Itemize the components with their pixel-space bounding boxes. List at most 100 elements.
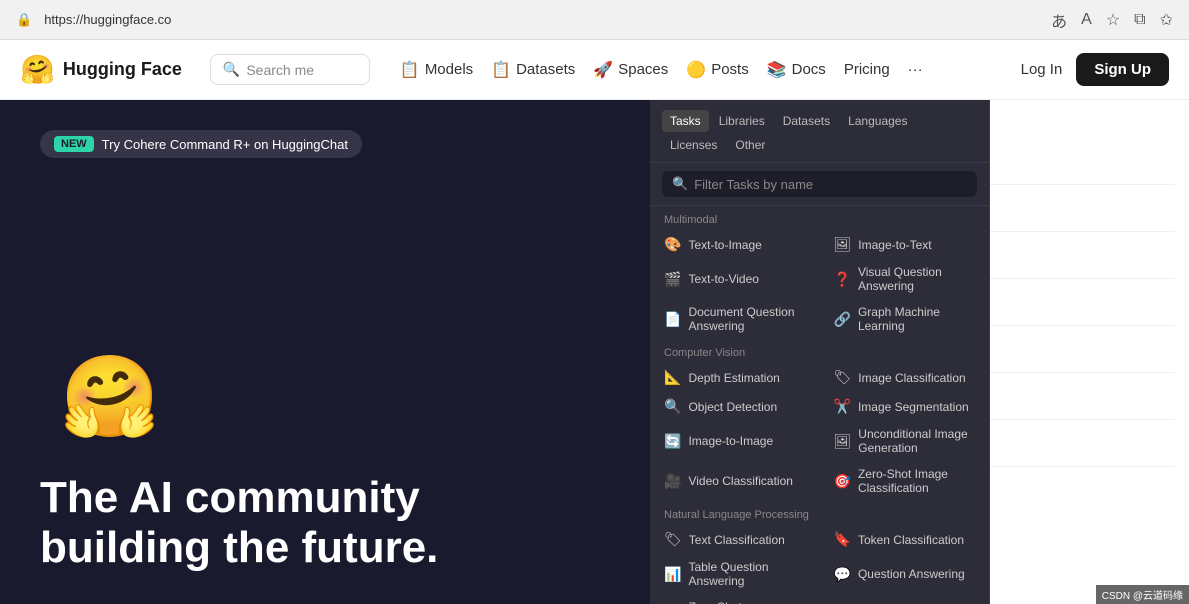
task-zero-shot-classification[interactable]: 🎯 Zero-Shot Classification [650,594,820,604]
image-to-text-icon: 🖼 [834,236,852,253]
nav-models[interactable]: 📋 Models [400,60,473,80]
task-label: Video Classification [688,474,793,488]
models-icon: 📋 [400,60,420,80]
spaces-icon: 🚀 [593,60,613,80]
section-cv-label: Computer Vision [650,339,989,363]
browser-action-icons: あ A ☆ ⧉ ✩ [1051,8,1173,32]
nav-pricing[interactable]: Pricing [844,61,890,78]
posts-icon: 🟡 [686,60,706,80]
multimodal-tasks: 🎨 Text-to-Image 🖼 Image-to-Text 🎬 Text-t… [650,230,989,339]
task-label: Graph Machine Learning [858,305,975,333]
more-icon: ··· [908,61,923,78]
task-text-classification[interactable]: 🏷 Text Classification [650,525,820,554]
task-translation[interactable]: 🌐 Translation [820,594,990,604]
nav-more[interactable]: ··· [908,61,923,78]
tab-tasks[interactable]: Tasks [662,110,709,132]
img-to-img-icon: 🔄 [664,433,681,450]
task-image-segmentation[interactable]: ✂️ Image Segmentation [820,392,990,421]
spaces-label: Spaces [618,61,668,78]
task-label: Depth Estimation [688,371,779,385]
docs-icon: 📚 [767,60,787,80]
translate-icon[interactable]: あ [1051,8,1067,32]
tab-languages[interactable]: Languages [840,110,915,132]
search-icon: 🔍 [223,61,240,78]
task-label: Token Classification [858,533,964,547]
task-search-input[interactable]: 🔍 Filter Tasks by name [662,171,977,197]
logo-emoji: 🤗 [20,53,55,86]
filter-tabs: Tasks Libraries Datasets Languages Licen… [650,100,989,163]
search-icon: 🔍 [672,176,688,192]
task-label: Text Classification [689,533,785,547]
nav-right: Log In Sign Up [1021,53,1169,86]
task-label: Text-to-Image [688,238,761,252]
tab-datasets[interactable]: Datasets [775,110,838,132]
visual-qa-icon: ❓ [834,271,851,288]
tab-libraries[interactable]: Libraries [711,110,773,132]
favorites-icon[interactable]: ✩ [1160,10,1173,30]
nav-datasets[interactable]: 📋 Datasets [491,60,575,80]
hero-line1: The AI community [40,473,420,522]
task-label: Object Detection [688,400,777,414]
task-table-qa[interactable]: 📊 Table Question Answering [650,554,820,594]
task-label: Image Segmentation [858,400,969,414]
datasets-icon: 📋 [491,60,511,80]
text-class-icon: 🏷 [664,531,682,548]
task-text-to-video[interactable]: 🎬 Text-to-Video [650,259,820,299]
cv-tasks: 📐 Depth Estimation 🏷 Image Classificatio… [650,363,989,501]
nav-links: 📋 Models 📋 Datasets 🚀 Spaces 🟡 Posts 📚 D… [400,60,923,80]
img-seg-icon: ✂️ [834,398,851,415]
logo[interactable]: 🤗 Hugging Face [20,53,182,86]
task-token-classification[interactable]: 🔖 Token Classification [820,525,990,554]
nav-docs[interactable]: 📚 Docs [767,60,826,80]
task-video-classification[interactable]: 🎥 Video Classification [650,461,820,501]
login-button[interactable]: Log In [1021,61,1063,78]
task-image-to-text[interactable]: 🖼 Image-to-Text [820,230,990,259]
tab-licenses[interactable]: Licenses [662,134,725,156]
task-label: Question Answering [858,567,965,581]
task-label: Zero-Shot Image Classification [858,467,975,495]
lock-icon: 🔒 [16,12,32,28]
zero-shot-img-icon: 🎯 [834,473,851,490]
badge-text: Try Cohere Command R+ on HuggingChat [102,137,348,152]
task-zero-shot-image[interactable]: 🎯 Zero-Shot Image Classification [820,461,990,501]
bookmark-icon[interactable]: ☆ [1106,10,1120,30]
browser-url: https://huggingface.co [44,12,1039,27]
nav-spaces[interactable]: 🚀 Spaces [593,60,668,80]
posts-label: Posts [711,61,749,78]
nav-posts[interactable]: 🟡 Posts [686,60,748,80]
tab-icon[interactable]: ⧉ [1134,11,1145,29]
signup-button[interactable]: Sign Up [1076,53,1169,86]
task-document-qa[interactable]: 📄 Document Question Answering [650,299,820,339]
datasets-label: Datasets [516,61,575,78]
task-graph-ml[interactable]: 🔗 Graph Machine Learning [820,299,990,339]
task-visual-qa[interactable]: ❓ Visual Question Answering [820,259,990,299]
qa-icon: 💬 [834,566,851,583]
hero-headline: The AI community building the future. [40,473,610,574]
uncond-gen-icon: 🖼 [834,433,852,450]
task-image-classification[interactable]: 🏷 Image Classification [820,363,990,392]
hero-section: NEW Try Cohere Command R+ on HuggingChat… [0,100,650,604]
task-object-detection[interactable]: 🔍 Object Detection [650,392,820,421]
pricing-label: Pricing [844,61,890,78]
task-question-answering[interactable]: 💬 Question Answering [820,554,990,594]
watermark: CSDN @云道码缘 [1096,585,1189,604]
task-depth-estimation[interactable]: 📐 Depth Estimation [650,363,820,392]
reader-icon[interactable]: A [1081,11,1092,29]
section-nlp-label: Natural Language Processing [650,501,989,525]
table-qa-icon: 📊 [664,566,681,583]
task-label: Image-to-Image [688,434,773,448]
task-text-to-image[interactable]: 🎨 Text-to-Image [650,230,820,259]
token-class-icon: 🔖 [834,531,851,548]
task-unconditional-image-gen[interactable]: 🖼 Unconditional Image Generation [820,421,990,461]
graph-ml-icon: 🔗 [834,311,851,328]
models-label: Models [425,61,473,78]
tab-other[interactable]: Other [727,134,773,156]
task-image-to-image[interactable]: 🔄 Image-to-Image [650,421,820,461]
task-label: Image-to-Text [858,238,931,252]
tasks-dropdown: Tasks Libraries Datasets Languages Licen… [650,100,990,604]
search-box[interactable]: 🔍 Search me [210,54,370,85]
hero-mascot: 🤗 [60,350,160,444]
hero-badge[interactable]: NEW Try Cohere Command R+ on HuggingChat [40,130,362,158]
video-class-icon: 🎥 [664,473,681,490]
hero-line2: building the future. [40,523,438,572]
